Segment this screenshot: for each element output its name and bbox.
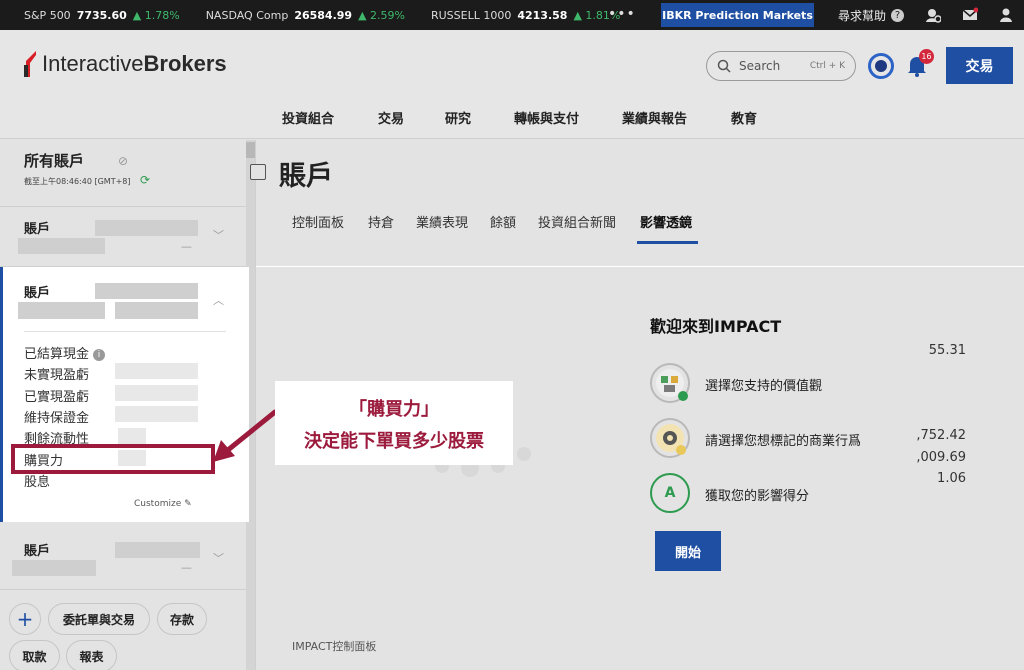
- as-of-timestamp: 截至上午08:46:40 [GMT+8]: [24, 177, 131, 186]
- buying-power-value: ,009.69: [916, 450, 966, 465]
- excess-liquidity-value: ,752.42: [916, 428, 966, 443]
- tab-performance[interactable]: 業績表現: [416, 212, 468, 231]
- search-input[interactable]: Search Ctrl + K: [706, 51, 856, 81]
- account-1-label[interactable]: 賬戶: [24, 218, 50, 237]
- nav-research[interactable]: 研究: [445, 108, 471, 127]
- redacted-block: [115, 302, 198, 319]
- account-user-icon[interactable]: [998, 7, 1014, 23]
- values-step-icon: [650, 363, 690, 403]
- help-link[interactable]: 尋求幫助?: [838, 7, 905, 24]
- sidebar-scroll-thumb[interactable]: [246, 142, 255, 158]
- buying-power-callout: 「購買力」 決定能下單買多少股票: [275, 381, 513, 465]
- divider: [0, 206, 246, 207]
- dividends-value: 1.06: [937, 471, 966, 486]
- redacted-block: [115, 385, 198, 401]
- callout-arrow: [213, 409, 278, 462]
- divider: [256, 266, 1024, 267]
- business-step-icon: [650, 418, 690, 458]
- redacted-block: [18, 238, 105, 254]
- step-3-text: 獲取您的影響得分: [705, 489, 810, 504]
- mail-icon[interactable]: [962, 7, 978, 23]
- redacted-block: [95, 283, 198, 299]
- nav-transfer-pay[interactable]: 轉帳與支付: [514, 108, 579, 127]
- realized-pnl-label: 已實現盈虧: [24, 390, 90, 405]
- settled-cash-value: 55.31: [928, 343, 966, 358]
- divider: [24, 331, 226, 332]
- dash-text: —: [181, 561, 192, 574]
- ibkr-logo-icon: [24, 51, 36, 77]
- step-2-text: 請選擇您想標記的商業行爲: [705, 434, 862, 449]
- tab-dashboard[interactable]: 控制面板: [292, 212, 344, 231]
- redacted-block: [115, 542, 200, 558]
- site-header: Interactive Brokers Search Ctrl + K 16 交易…: [0, 30, 1024, 139]
- impact-dashboard-label: IMPACT控制面板: [292, 640, 377, 653]
- callout-title: 「購買力」: [349, 399, 439, 420]
- link-off-icon[interactable]: ⊘: [118, 154, 128, 168]
- impact-score-icon: A: [650, 473, 690, 513]
- redacted-block: [115, 406, 198, 422]
- ibkr-logo[interactable]: Interactive Brokers: [24, 51, 227, 77]
- user-settings-icon[interactable]: [925, 7, 941, 23]
- dash-text: —: [181, 240, 192, 253]
- active-tab-indicator: [637, 241, 698, 244]
- redacted-block: [95, 220, 198, 236]
- ticker-russell[interactable]: RUSSELL 1000 4213.58 ▲ 1.81%: [431, 9, 620, 22]
- redacted-block: [115, 363, 198, 379]
- tab-balances[interactable]: 餘額: [490, 212, 516, 231]
- trade-button[interactable]: 交易: [946, 47, 1013, 84]
- reports-button[interactable]: 報表: [66, 640, 117, 670]
- ibkr-globe-icon[interactable]: [868, 53, 894, 79]
- unrealized-pnl-label: 未實現盈虧: [24, 368, 90, 383]
- account-3-label[interactable]: 賬戶: [24, 540, 50, 559]
- tab-impact-lens[interactable]: 影響透鏡: [640, 212, 692, 231]
- question-icon: ?: [891, 9, 905, 22]
- withdraw-button[interactable]: 取款: [9, 640, 60, 670]
- account-2-label[interactable]: 賬戶: [24, 282, 50, 301]
- ticker-more-button[interactable]: •••: [608, 6, 636, 22]
- orders-trades-button[interactable]: 委託單與交易: [48, 603, 150, 635]
- prediction-markets-button[interactable]: IBKR Prediction Markets: [661, 3, 814, 27]
- ticker-sp500[interactable]: S&P 500 7735.60 ▲ 1.78%: [24, 9, 180, 22]
- nav-performance-reports[interactable]: 業績與報告: [622, 108, 687, 127]
- tab-portfolio-news[interactable]: 投資組合新聞: [538, 212, 616, 231]
- divider: [0, 589, 246, 590]
- callout-text: 決定能下單買多少股票: [304, 431, 484, 452]
- tab-positions[interactable]: 持倉: [368, 212, 394, 231]
- step-1-text: 選擇您支持的價值觀: [705, 379, 823, 394]
- nav-education[interactable]: 教育: [731, 108, 757, 127]
- add-button[interactable]: +: [9, 603, 41, 635]
- chevron-down-icon[interactable]: ﹀: [213, 227, 224, 243]
- chevron-down-icon[interactable]: ﹀: [213, 550, 224, 566]
- redacted-block: [118, 428, 146, 444]
- start-button[interactable]: 開始: [655, 531, 721, 571]
- impact-welcome-title: 歡迎來到IMPACT: [650, 317, 782, 336]
- pencil-icon: ✎: [184, 499, 192, 509]
- collapse-sidebar-icon[interactable]: [250, 164, 266, 180]
- settled-cash-label: 已結算現金 i: [24, 343, 106, 362]
- nav-trade[interactable]: 交易: [378, 108, 404, 127]
- refresh-icon[interactable]: ⟳: [140, 173, 150, 187]
- redacted-block: [18, 302, 105, 319]
- redacted-block: [12, 560, 96, 576]
- info-icon[interactable]: i: [93, 348, 106, 361]
- customize-link[interactable]: Customize ✎: [134, 499, 192, 509]
- nav-portfolio[interactable]: 投資組合: [282, 108, 334, 127]
- ticker-nasdaq[interactable]: NASDAQ Comp 26584.99 ▲ 2.59%: [206, 9, 405, 22]
- buying-power-highlight: [11, 444, 215, 474]
- notification-count-badge: 16: [919, 49, 934, 64]
- main-nav: 投資組合 交易 研究 轉帳與支付 業績與報告 教育: [0, 108, 1024, 128]
- deposit-button[interactable]: 存款: [157, 603, 207, 635]
- chevron-up-icon[interactable]: ︿: [213, 292, 224, 308]
- search-icon: [717, 59, 731, 73]
- page-title: 賬戶: [279, 161, 333, 192]
- maintenance-margin-label: 維持保證金: [24, 411, 90, 426]
- all-accounts-title[interactable]: 所有賬戶: [24, 150, 84, 171]
